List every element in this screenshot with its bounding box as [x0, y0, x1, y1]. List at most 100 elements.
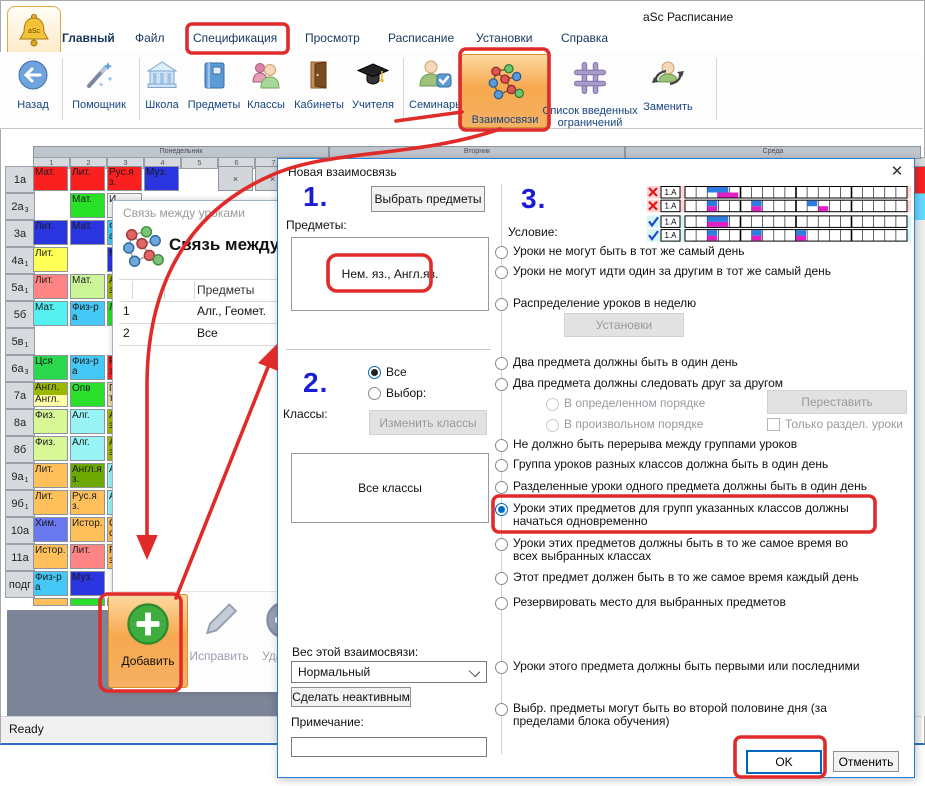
links-table-header: Предметы: [197, 283, 254, 297]
ok-button[interactable]: OK: [746, 750, 822, 774]
lesson-cell[interactable]: Физ-ра: [70, 355, 105, 380]
class-row-label[interactable]: 8а: [5, 409, 35, 436]
settings-button[interactable]: Установки: [564, 313, 684, 337]
lesson-cell[interactable]: Истор.: [70, 517, 105, 542]
lesson-cell[interactable]: Рус.яз.: [70, 490, 105, 515]
condition-option-label-11: Этот предмет должен быть в то же самое в…: [513, 571, 875, 584]
condition-option-radio-5[interactable]: [495, 378, 508, 391]
lesson-cell[interactable]: Лит.: [33, 463, 68, 488]
class-row-label[interactable]: 1а: [5, 166, 35, 193]
lesson-cell[interactable]: Опв: [70, 382, 105, 407]
condition-option-radio-11[interactable]: [495, 572, 508, 585]
lesson-cell[interactable]: Мат.: [70, 274, 105, 299]
condition-option-radio-3[interactable]: [495, 298, 508, 311]
lesson-cell[interactable]: Рус.яз.: [107, 166, 142, 191]
lesson-cell[interactable]: Алг.: [70, 409, 105, 434]
class-row-label[interactable]: 5б: [5, 301, 35, 328]
condition-option-radio-14[interactable]: [495, 703, 508, 716]
close-icon[interactable]: ✕: [884, 161, 910, 183]
deactivate-button[interactable]: Сделать неактивным: [291, 687, 411, 707]
change-classes-button[interactable]: Изменить классы: [369, 410, 487, 435]
condition-label: Условие:: [508, 225, 558, 239]
condition-option-radio-13[interactable]: [495, 661, 508, 674]
class-row-label[interactable]: подг: [5, 571, 35, 598]
lesson-cell[interactable]: Истор.: [33, 544, 68, 569]
lesson-cell[interactable]: Мат.: [33, 301, 68, 326]
lesson-cell[interactable]: Мат.: [70, 220, 105, 245]
sub-option-radio-2[interactable]: [546, 419, 559, 432]
class-row-label[interactable]: 5а1: [5, 274, 35, 301]
classes-select-radio[interactable]: [368, 387, 381, 400]
class-row-label[interactable]: 7а: [5, 382, 35, 409]
condition-option-label-10: Уроки этих предметов должны быть в то же…: [513, 537, 875, 563]
condition-option-radio-2[interactable]: [495, 266, 508, 279]
condition-option-radio-10[interactable]: [495, 538, 508, 551]
class-row-label[interactable]: 3а: [5, 220, 35, 247]
weight-dropdown[interactable]: Нормальный: [291, 661, 487, 683]
lesson-cell[interactable]: [70, 598, 105, 606]
condition-option-radio-12[interactable]: [495, 597, 508, 610]
lesson-cell[interactable]: Физ.: [33, 436, 68, 461]
molecule-icon: [117, 223, 167, 278]
lesson-cell[interactable]: Мат.: [33, 166, 68, 191]
class-row-label[interactable]: 4а1: [5, 247, 35, 274]
lesson-cell[interactable]: Цся: [33, 355, 68, 380]
note-input[interactable]: [291, 737, 487, 757]
class-row-label[interactable]: 10а: [5, 517, 35, 544]
links-row-subjects[interactable]: Все: [197, 326, 218, 340]
class-row-label[interactable]: 11а: [5, 544, 35, 571]
add-link-button[interactable]: Добавить: [108, 594, 188, 688]
condition-option-label-2: Уроки не могут идти один за другим в тот…: [513, 265, 875, 278]
lesson-cell[interactable]: Англ.яз.: [70, 463, 105, 488]
lesson-links-window-title: Связь между уроками: [123, 206, 245, 220]
select-subjects-button[interactable]: Выбрать предметы: [371, 186, 485, 212]
class-row-label[interactable]: 6а3: [5, 355, 35, 382]
lesson-cell[interactable]: Лит.: [33, 247, 68, 272]
class-row-label[interactable]: 5в1: [5, 328, 35, 355]
class-row-label[interactable]: 9а1: [5, 463, 35, 490]
condition-illustration: 1.A1.A1.A1.A: [647, 186, 911, 248]
lesson-cell[interactable]: Англ.Англ.: [33, 382, 68, 407]
lesson-cell[interactable]: Муз.: [144, 166, 179, 191]
condition-option-label-9: Уроки этих предметов для групп указанных…: [513, 502, 875, 528]
condition-option-radio-4[interactable]: [495, 357, 508, 370]
class-row-label[interactable]: 8б: [5, 436, 35, 463]
lesson-cell[interactable]: Физ-ра: [70, 301, 105, 326]
condition-option-label-13: Уроки этого предмета должны быть первыми…: [513, 660, 875, 673]
condition-option-label-6: Не должно быть перерыва между группами у…: [513, 438, 875, 451]
edit-link-button[interactable]: Исправить: [185, 598, 253, 663]
svg-text:1.A: 1.A: [664, 231, 677, 240]
class-row-label[interactable]: 9б1: [5, 490, 35, 517]
lesson-cell[interactable]: Лит.: [33, 220, 68, 245]
links-row-subjects[interactable]: Алг., Геомет.: [197, 304, 266, 318]
lesson-cell[interactable]: Лит.: [70, 544, 105, 569]
classes-label: Классы:: [283, 407, 328, 421]
lesson-cell[interactable]: Лит.: [33, 490, 68, 515]
links-row-number: 2: [123, 326, 130, 340]
lesson-cell[interactable]: Лит.: [70, 166, 105, 191]
condition-option-label-5: Два предмета должны следовать друг за др…: [513, 377, 875, 390]
note-label: Примечание:: [291, 715, 364, 729]
condition-option-radio-7[interactable]: [495, 459, 508, 472]
cancel-button[interactable]: Отменить: [833, 751, 899, 772]
classes-all-radio[interactable]: [368, 366, 381, 379]
swap-button[interactable]: Переставить: [767, 390, 907, 414]
condition-option-radio-6[interactable]: [495, 439, 508, 452]
lesson-cell[interactable]: Лит.: [33, 274, 68, 299]
lesson-cell[interactable]: ×: [218, 166, 253, 191]
lesson-cell[interactable]: Хим.: [33, 517, 68, 542]
lesson-cell[interactable]: Муз.: [70, 571, 105, 596]
condition-option-label-1: Уроки не могут быть в тот же самый день: [513, 245, 875, 258]
class-row-label[interactable]: 2а3: [5, 193, 35, 220]
lesson-cell[interactable]: [33, 598, 68, 606]
sub-option-radio-1[interactable]: [546, 398, 559, 411]
condition-option-label-4: Два предмета должны быть в один день: [513, 356, 875, 369]
lesson-cell[interactable]: Алг.: [70, 436, 105, 461]
lesson-cell[interactable]: Мат.: [70, 193, 105, 218]
split-lessons-checkbox[interactable]: [767, 418, 780, 431]
condition-option-radio-8[interactable]: [495, 481, 508, 494]
condition-option-radio-9[interactable]: [495, 503, 508, 516]
condition-option-radio-1[interactable]: [495, 246, 508, 259]
lesson-cell[interactable]: Физ-ра: [33, 571, 68, 596]
lesson-cell[interactable]: Физ.: [33, 409, 68, 434]
